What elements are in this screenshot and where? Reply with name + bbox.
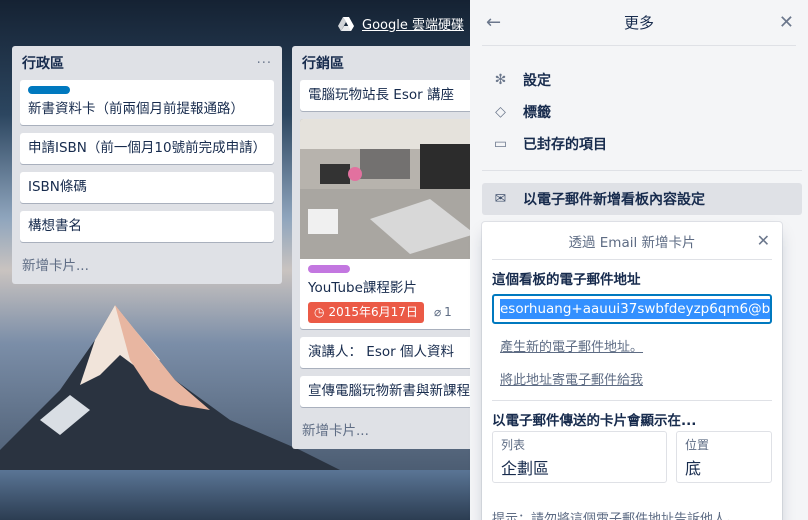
menu-item-label: 已封存的項目 [523, 137, 607, 153]
card[interactable]: 構想書名 [20, 211, 274, 242]
divider [482, 170, 802, 171]
list-select[interactable]: 列表 企劃區 [492, 431, 667, 483]
cards-appear-label: 以電子郵件傳送的卡片會顯示在... [492, 413, 697, 429]
address-label: 這個看板的電子郵件地址 [492, 272, 641, 288]
email-address-value: esorhuang+aauui37swbfdeyzp6qm6@boards.tr… [500, 299, 770, 319]
list-admin: 行政區 ··· 新書資料卡（前兩個月前提報通路） 申請ISBN（前一個月10號前… [12, 46, 282, 284]
position-select[interactable]: 位置 底 [676, 431, 772, 483]
list-title[interactable]: 行政區 [22, 53, 64, 73]
menu-title: 更多 [623, 14, 654, 32]
menu-item-label: 以電子郵件新增看板內容設定 [523, 192, 705, 208]
menu-item-label: 標籤 [523, 105, 551, 121]
attachment-badge: ⌀ 1 [434, 303, 452, 322]
popover-title: 透過 Email 新增卡片 [568, 234, 696, 251]
menu-item-archived[interactable]: ▭ 已封存的項目 [492, 134, 607, 154]
lake [0, 470, 480, 520]
gear-icon: ✻ [494, 72, 507, 88]
email-address-to-me-link[interactable]: 將此地址寄電子郵件給我 [500, 373, 643, 388]
archive-icon: ▭ [493, 136, 508, 152]
due-date-badge[interactable]: ◷ 2015年6月17日 [308, 302, 424, 323]
divider [492, 400, 772, 401]
google-drive-icon [338, 16, 354, 31]
card-title: 新書資料卡（前兩個月前提報通路） [28, 101, 244, 117]
list-select-label: 列表 [501, 438, 526, 452]
popover-header: 透過 Email 新增卡片 ✕ [492, 222, 772, 260]
email-address-field[interactable]: esorhuang+aauui37swbfdeyzp6qm6@boards.tr… [492, 294, 772, 324]
google-drive-button[interactable]: Google 雲端硬碟 [338, 14, 464, 33]
close-icon[interactable]: ✕ [779, 12, 794, 33]
attachment-count: 1 [444, 305, 452, 319]
popover-tip: 提示：請勿將這個電子郵件地址告訴他人。 [492, 512, 740, 520]
google-drive-label: Google 雲端硬碟 [362, 18, 464, 33]
card-label [28, 86, 70, 94]
email-icon: ✉ [494, 191, 507, 207]
paperclip-icon: ⌀ [433, 305, 442, 319]
menu-item-email-to-board[interactable]: ✉ 以電子郵件新增看板內容設定 [482, 183, 802, 215]
card[interactable]: 新書資料卡（前兩個月前提報通路） [20, 80, 274, 125]
menu-item-label: 設定 [523, 73, 551, 89]
menu-item-settings[interactable]: ✻ 設定 [492, 70, 551, 90]
card[interactable]: ISBN條碼 [20, 172, 274, 203]
close-icon[interactable]: ✕ [757, 231, 770, 250]
card[interactable]: 申請ISBN（前一個月10號前完成申請） [20, 133, 274, 164]
menu-item-labels[interactable]: ◇ 標籤 [492, 102, 551, 122]
list-header: 行政區 ··· [20, 46, 274, 80]
due-date: 2015年6月17日 [328, 305, 418, 319]
board-header: Google 雲端硬碟 [0, 0, 470, 44]
add-card-button[interactable]: 新增卡片... [20, 250, 274, 284]
list-title[interactable]: 行銷區 [302, 53, 344, 73]
card-title: 構想書名 [28, 218, 82, 234]
position-select-label: 位置 [685, 438, 710, 452]
card-label [308, 265, 350, 273]
clock-icon: ◷ [314, 305, 325, 319]
tag-icon: ◇ [495, 104, 506, 120]
list-menu-icon[interactable]: ··· [257, 56, 272, 71]
generate-new-address-link[interactable]: 產生新的電子郵件地址。 [500, 340, 643, 355]
card-title: ISBN條碼 [28, 179, 87, 195]
position-select-value: 底 [685, 459, 702, 478]
list-select-value: 企劃區 [501, 459, 550, 478]
back-arrow-icon[interactable]: ← [486, 12, 501, 33]
menu-header: ← 更多 ✕ [482, 0, 796, 46]
card-title: 申請ISBN（前一個月10號前完成申請） [28, 140, 267, 156]
